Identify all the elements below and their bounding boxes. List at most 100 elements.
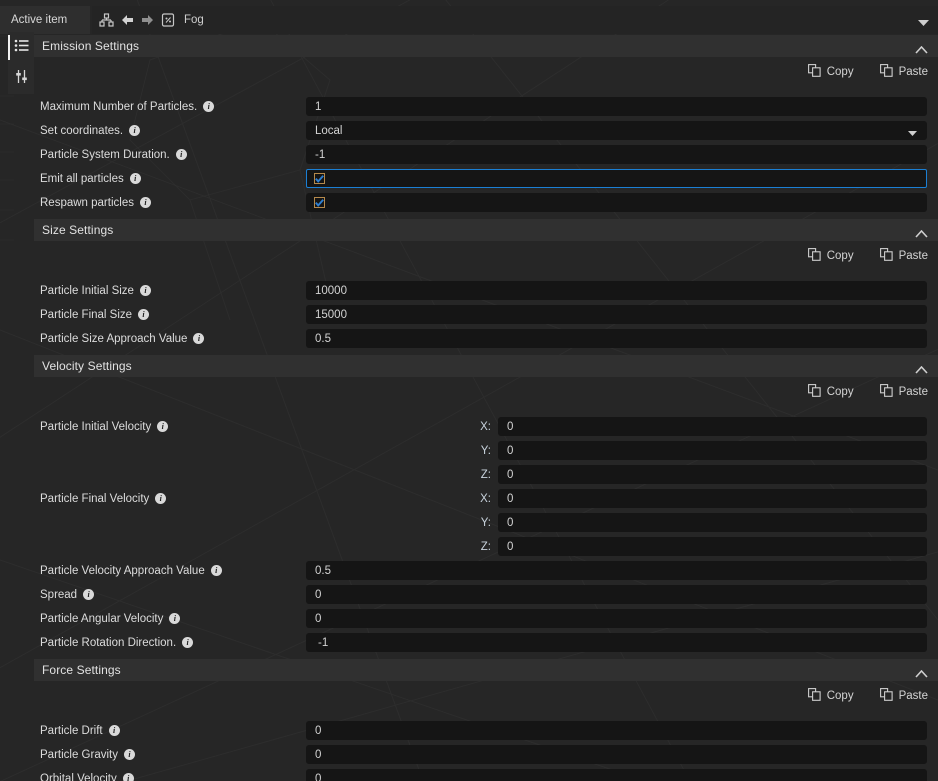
copy-button-label: Copy — [827, 250, 854, 262]
text-input-field[interactable]: 0 — [306, 745, 927, 764]
chevron-up-icon[interactable] — [915, 361, 928, 379]
vector-axis-row: Y: 0 — [34, 511, 938, 534]
section-header-velocity[interactable]: Velocity Settings — [34, 355, 938, 377]
field-value: 0 — [507, 517, 513, 529]
properties-scroll-area[interactable]: Emission Settings Copy Paste Maximum Number… — [34, 35, 938, 781]
info-icon[interactable]: i — [140, 285, 151, 296]
vector-input-z[interactable]: 0 — [498, 465, 927, 484]
text-input-field[interactable]: 15000 — [306, 305, 927, 324]
info-icon[interactable]: i — [129, 125, 140, 136]
property-label-text: Particle Initial Velocity — [40, 421, 151, 433]
vector-input-x[interactable]: 0 — [498, 489, 927, 508]
property-label-text: Respawn particles — [40, 197, 134, 209]
copy-paste-row: Copy Paste — [34, 681, 938, 711]
field-value: 0 — [507, 469, 513, 481]
property-label: Particle Initial Velocity i — [34, 421, 306, 433]
property-row: Particle System Duration.i-1 — [34, 143, 938, 166]
spacer — [34, 87, 938, 95]
paste-icon — [880, 688, 893, 704]
copy-button[interactable]: Copy — [808, 248, 854, 264]
copy-button[interactable]: Copy — [808, 384, 854, 400]
property-label: Particle Final Sizei — [34, 309, 306, 321]
rail-button-properties[interactable] — [8, 32, 34, 63]
text-input-field[interactable]: 0.5 — [306, 561, 927, 580]
paste-button[interactable]: Paste — [880, 384, 928, 400]
info-icon[interactable]: i — [157, 421, 168, 432]
property-row: Particle Drifti0 — [34, 719, 938, 742]
property-label: Particle Gravityi — [34, 749, 306, 761]
field-value: 10000 — [315, 285, 347, 297]
section-title: Size Settings — [34, 223, 113, 237]
property-label-text: Maximum Number of Particles. — [40, 101, 197, 113]
info-icon[interactable]: i — [211, 565, 222, 576]
copy-button[interactable]: Copy — [808, 64, 854, 80]
axis-label-x: X: — [306, 493, 498, 505]
info-icon[interactable]: i — [169, 613, 180, 624]
chevron-up-icon[interactable] — [915, 665, 928, 683]
info-icon[interactable]: i — [138, 309, 149, 320]
text-input-field[interactable]: 0 — [306, 721, 927, 740]
section-header-force[interactable]: Force Settings — [34, 659, 938, 681]
chevron-down-icon[interactable] — [917, 14, 930, 32]
checkbox[interactable] — [314, 197, 325, 208]
chevron-up-icon[interactable] — [915, 225, 928, 243]
paste-button[interactable]: Paste — [880, 248, 928, 264]
field-value: 0 — [507, 421, 513, 433]
copy-button[interactable]: Copy — [808, 688, 854, 704]
vector-input-y[interactable]: 0 — [498, 441, 927, 460]
info-icon[interactable]: i — [130, 173, 141, 184]
checkbox[interactable] — [314, 173, 325, 184]
axis-label-y: Y: — [306, 517, 498, 529]
text-input-field[interactable]: 0.5 — [306, 329, 927, 348]
checkbox-field[interactable] — [306, 169, 927, 188]
active-item-tab[interactable]: Active item — [0, 6, 90, 34]
property-label: Particle Final Velocityi — [34, 493, 306, 505]
text-input-field[interactable]: -1 — [306, 145, 927, 164]
section-header-size[interactable]: Size Settings — [34, 219, 938, 241]
breadcrumb-item-name[interactable]: Fog — [184, 14, 204, 26]
info-icon[interactable]: i — [124, 749, 135, 760]
vector-input-y[interactable]: 0 — [498, 513, 927, 532]
info-icon[interactable]: i — [203, 101, 214, 112]
section-header-emission[interactable]: Emission Settings — [34, 35, 938, 57]
text-input-field[interactable]: 10000 — [306, 281, 927, 300]
sitemap-icon[interactable] — [99, 13, 114, 27]
arrow-right-icon[interactable] — [141, 14, 154, 26]
text-input-field[interactable]: 0 — [306, 769, 927, 781]
text-input-field[interactable]: 1 — [306, 97, 927, 116]
text-input-field[interactable]: 0 — [306, 585, 927, 604]
paste-button[interactable]: Paste — [880, 64, 928, 80]
text-input-field[interactable]: -1 — [306, 633, 927, 652]
copy-icon — [808, 384, 821, 400]
text-input-field[interactable]: 0 — [306, 609, 927, 628]
particle-file-icon[interactable] — [161, 13, 175, 27]
info-icon[interactable]: i — [83, 589, 94, 600]
copy-button-label: Copy — [827, 66, 854, 78]
copy-icon — [808, 688, 821, 704]
info-icon[interactable]: i — [140, 197, 151, 208]
info-icon[interactable]: i — [176, 149, 187, 160]
info-icon[interactable]: i — [155, 493, 166, 504]
property-row: Particle Rotation Direction.i-1 — [34, 631, 938, 654]
property-label-text: Particle Angular Velocity — [40, 613, 163, 625]
vector-input-z[interactable]: 0 — [498, 537, 927, 556]
vector-input-x[interactable]: 0 — [498, 417, 927, 436]
field-value: 0 — [507, 541, 513, 553]
spacer — [34, 407, 938, 415]
property-label-text: Orbital Velocity — [40, 773, 117, 781]
rail-button-sliders[interactable] — [8, 63, 34, 94]
checkbox-field[interactable] — [306, 193, 927, 212]
list-settings-icon — [14, 39, 29, 57]
paste-button-label: Paste — [899, 690, 928, 702]
arrow-left-icon[interactable] — [121, 14, 134, 26]
copy-button-label: Copy — [827, 386, 854, 398]
chevron-up-icon[interactable] — [915, 41, 928, 59]
chevron-down-icon[interactable] — [907, 128, 918, 140]
property-label-text: Spread — [40, 589, 77, 601]
paste-button[interactable]: Paste — [880, 688, 928, 704]
info-icon[interactable]: i — [123, 773, 134, 781]
info-icon[interactable]: i — [193, 333, 204, 344]
info-icon[interactable]: i — [109, 725, 120, 736]
info-icon[interactable]: i — [182, 637, 193, 648]
dropdown-field[interactable]: Local — [306, 121, 927, 140]
